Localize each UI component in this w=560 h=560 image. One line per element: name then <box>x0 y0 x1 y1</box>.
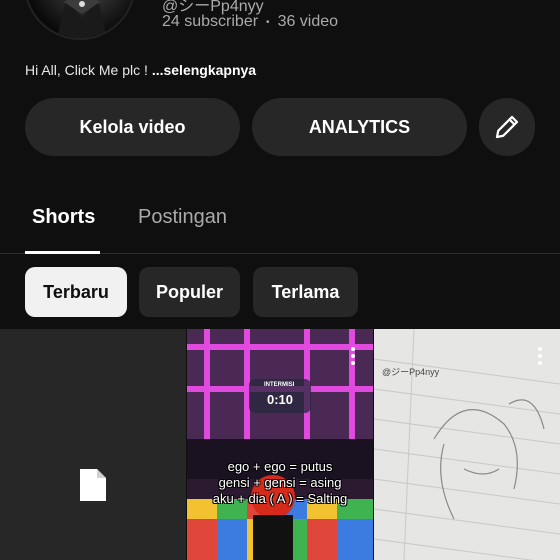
manage-videos-button[interactable]: Kelola video <box>25 98 240 156</box>
show-more-link[interactable]: ...selengkapnya <box>152 62 256 78</box>
short-thumbnail <box>187 329 373 560</box>
filter-chip-oldest[interactable]: Terlama <box>253 267 358 317</box>
short-thumbnail <box>374 329 560 560</box>
channel-avatar[interactable] <box>24 0 136 40</box>
file-icon <box>80 469 106 501</box>
caption-line: gensi + gensi = asing <box>218 475 342 490</box>
avatar-art <box>56 0 108 38</box>
short-tile[interactable]: @ジーPp4nyy <box>374 329 560 560</box>
filter-chip-popular[interactable]: Populer <box>139 267 240 317</box>
channel-stats: 24 subscriber • 36 video <box>162 13 338 31</box>
description-text: Hi All, Click Me plc ! <box>25 62 152 78</box>
short-tile[interactable]: INTERMISI 0:10 ego + ego = putus gensi +… <box>187 329 373 560</box>
caption-line: aku + dia ( A ) = Salting <box>212 491 348 506</box>
overlay-timer: 0:10 <box>267 392 294 407</box>
short-tile[interactable] <box>0 329 186 560</box>
analytics-button[interactable]: ANALYTICS <box>252 98 467 156</box>
subscriber-count: 24 subscriber <box>162 13 259 30</box>
filter-chip-latest[interactable]: Terbaru <box>25 267 127 317</box>
more-options-icon[interactable] <box>535 347 545 369</box>
channel-description[interactable]: Hi All, Click Me plc ! ...selengkapnya <box>25 62 256 78</box>
caption-overlay: ego + ego = putus gensi + gensi = asing … <box>187 459 373 507</box>
active-tab-indicator <box>25 251 100 254</box>
more-options-icon[interactable] <box>348 347 358 369</box>
tab-shorts[interactable]: Shorts <box>32 206 95 229</box>
overlay-label: INTERMISI <box>264 382 295 388</box>
edit-channel-button[interactable] <box>479 98 535 156</box>
caption-line: ego + ego = putus <box>227 459 333 474</box>
channel-tabs: Shorts Postingan <box>0 190 560 254</box>
video-count: 36 video <box>277 13 339 30</box>
short-watermark: @ジーPp4nyy <box>382 367 440 377</box>
shorts-grid: INTERMISI 0:10 ego + ego = putus gensi +… <box>0 329 560 560</box>
pencil-icon <box>495 115 519 139</box>
stats-separator: • <box>266 16 270 28</box>
tab-posts[interactable]: Postingan <box>138 206 227 229</box>
